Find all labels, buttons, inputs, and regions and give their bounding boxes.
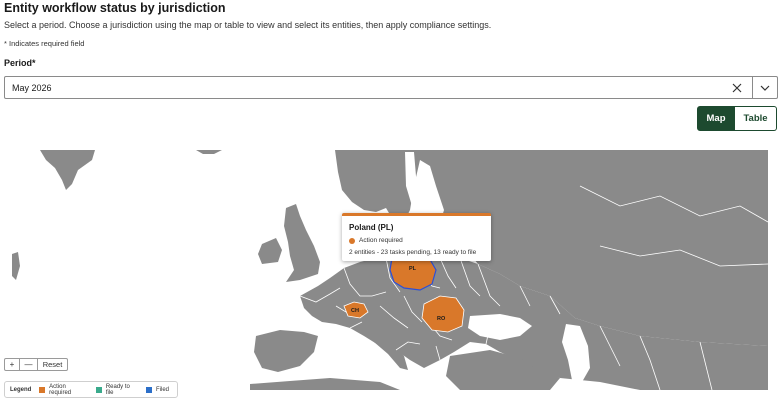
period-label: Period* — [4, 58, 36, 68]
legend-label: Action required — [49, 383, 72, 396]
legend-item-filed: Filed — [145, 386, 169, 393]
status-dot-icon — [349, 237, 355, 244]
zoom-out-button[interactable]: — — [20, 358, 38, 371]
period-selected-value: May 2026 — [12, 83, 52, 93]
legend-title: Legend — [10, 386, 32, 393]
page-subtitle: Select a period. Choose a jurisdiction u… — [4, 20, 492, 30]
country-iberia — [254, 330, 318, 372]
country-label-ro: RO — [437, 316, 446, 322]
island-west — [12, 252, 20, 280]
legend-item-action-required: Action required — [39, 384, 88, 396]
required-field-note: * Indicates required field — [4, 39, 85, 48]
map-tooltip: Poland (PL) Action required 2 entities -… — [342, 213, 491, 261]
tooltip-status-label: Action required — [359, 237, 403, 244]
map-view-button[interactable]: Map — [697, 106, 735, 131]
country-gb — [284, 204, 320, 282]
map-legend: Legend Action required Ready to file Fil… — [4, 381, 178, 398]
country-ireland — [258, 238, 282, 264]
reset-zoom-button[interactable]: Reset — [38, 358, 68, 371]
legend-label: Filed — [155, 386, 169, 393]
swatch-action-required — [39, 386, 46, 393]
swatch-filed — [145, 386, 152, 393]
jurisdiction-map[interactable]: PL CH RO — [0, 146, 780, 390]
zoom-in-button[interactable]: + — [4, 358, 20, 371]
page-title: Entity workflow status by jurisdiction — [4, 1, 226, 15]
tooltip-status: Action required — [349, 237, 403, 244]
tooltip-title: Poland (PL) — [349, 223, 394, 232]
view-toggle: Map Table — [697, 106, 777, 131]
country-greenland — [196, 150, 222, 154]
table-view-button[interactable]: Table — [735, 106, 777, 131]
legend-item-ready-to-file: Ready to file — [96, 384, 138, 396]
clear-icon[interactable] — [725, 77, 749, 98]
swatch-ready-to-file — [96, 386, 102, 393]
country-label-ch: CH — [351, 308, 359, 314]
country-iceland — [40, 150, 95, 190]
chevron-down-icon[interactable] — [753, 77, 777, 98]
country-label-pl: PL — [409, 266, 417, 272]
period-select[interactable]: May 2026 — [4, 76, 778, 99]
legend-label: Ready to file — [105, 383, 130, 396]
map-zoom-controls: + — Reset — [4, 358, 68, 371]
tooltip-detail: 2 entities - 23 tasks pending, 13 ready … — [349, 249, 477, 256]
